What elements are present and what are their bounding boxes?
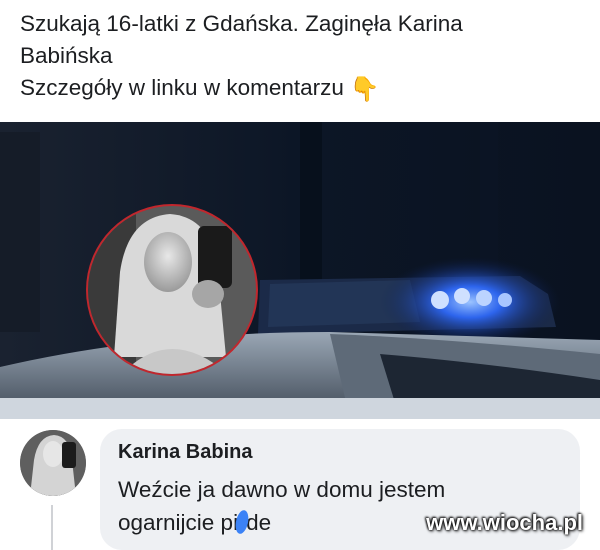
comment-text: Weźcie ja dawno w domu jestem ogarnijcie… (118, 473, 445, 539)
post-image[interactable] (0, 122, 600, 419)
comment-line2-start: ogarnijcie pi (118, 510, 239, 535)
watermark: www.wiocha.pl (426, 510, 583, 535)
post-details-line: Szczegóły w linku w komentarzu 👇 (20, 72, 580, 106)
missing-girl-photo (86, 204, 258, 376)
post-title-line2: Babińska (20, 43, 113, 68)
comment-author[interactable]: Karina Babina (118, 441, 252, 464)
avatar[interactable] (20, 430, 86, 496)
post-text: Szukają 16-latki z Gdańska. Zaginęła Kar… (20, 8, 580, 106)
comment-line2-end: de (246, 510, 272, 535)
police-car-scene (0, 122, 600, 419)
post-details-text: Szczegóły w linku w komentarzu (20, 75, 344, 100)
post-title-line1: Szukają 16-latki z Gdańska. Zaginęła Kar… (20, 11, 463, 36)
comment-line1: Weźcie ja dawno w domu jestem (118, 477, 446, 502)
thread-line (51, 505, 53, 550)
pointing-down-hand-icon: 👇 (349, 76, 380, 103)
comment-line2: ogarnijcie pi de (118, 506, 445, 539)
avatar-photo (20, 430, 86, 496)
